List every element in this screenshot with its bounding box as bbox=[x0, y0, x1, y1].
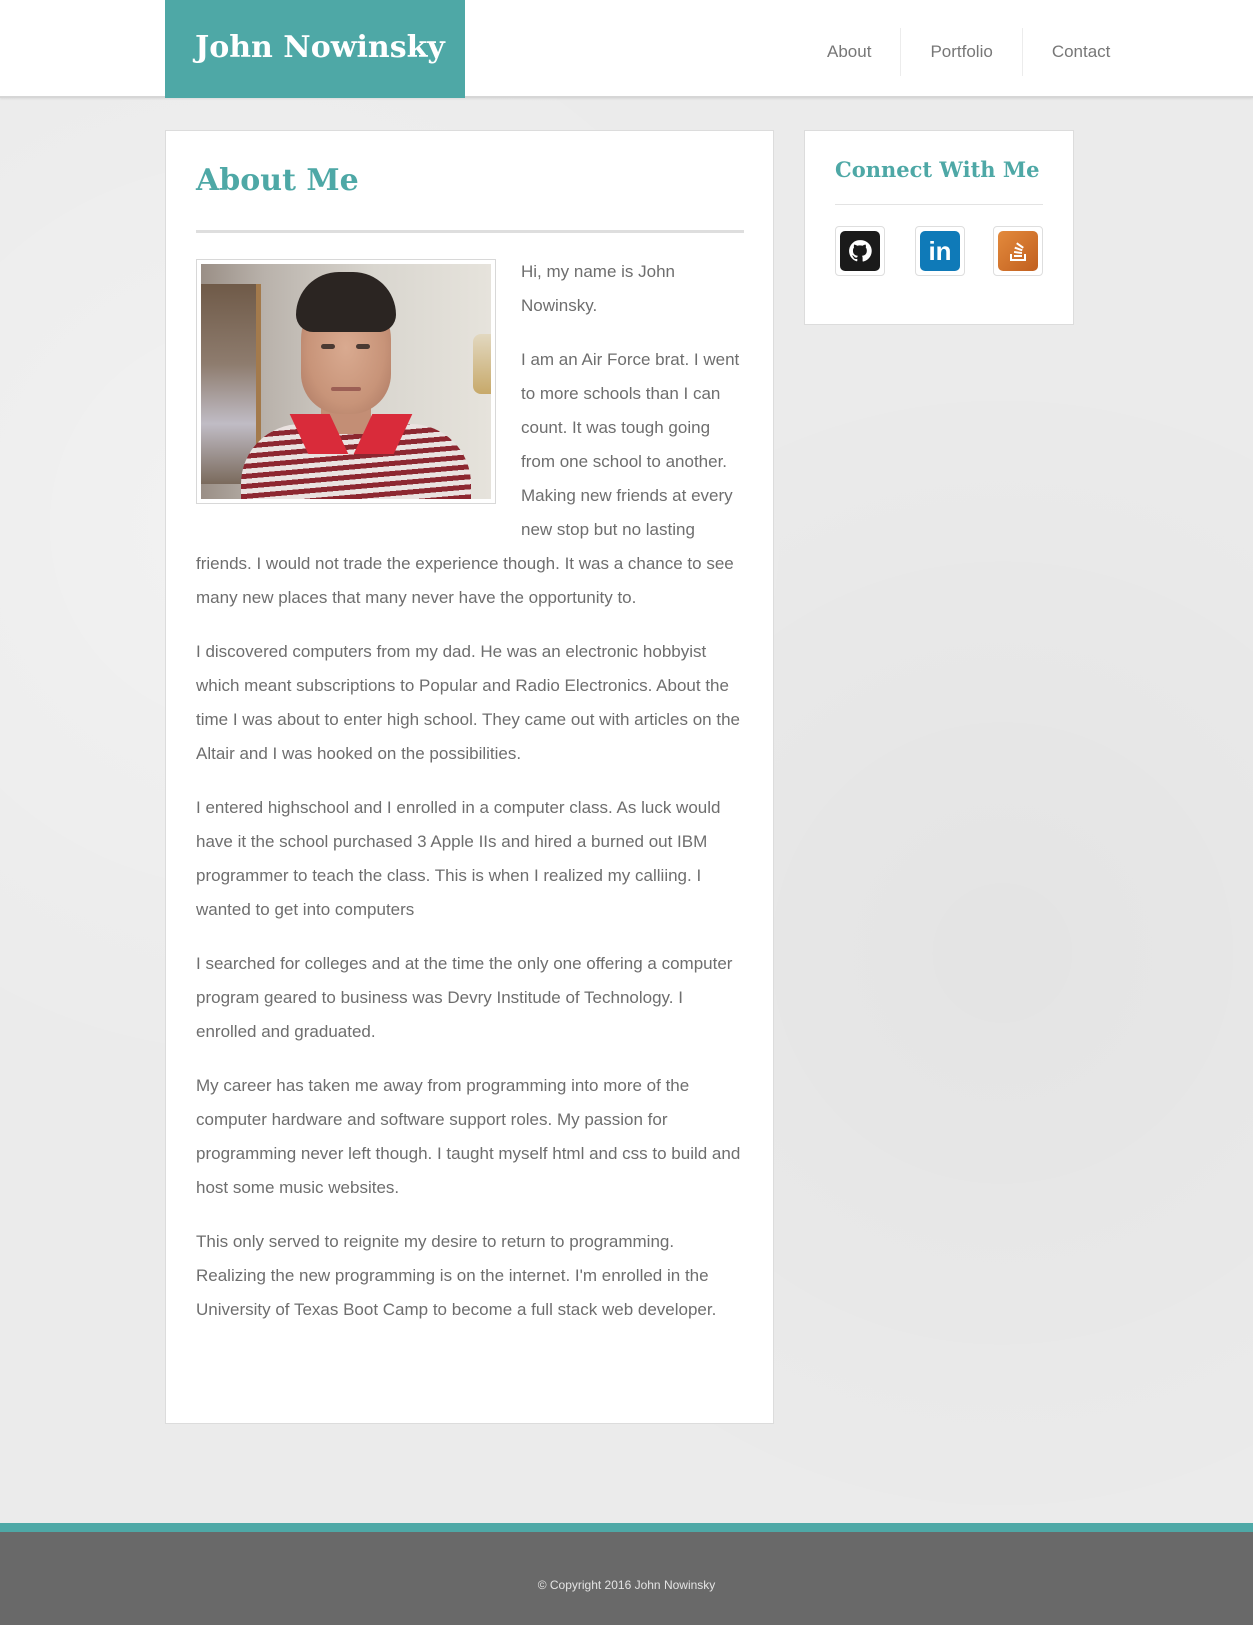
page-title: About Me bbox=[196, 163, 359, 198]
github-icon bbox=[840, 231, 880, 271]
site-brand[interactable]: John Nowinsky bbox=[165, 0, 465, 98]
main-nav: About Portfolio Contact bbox=[798, 28, 1139, 76]
connect-sidebar: Connect With Me in bbox=[804, 130, 1074, 325]
site-header: John Nowinsky About Portfolio Contact bbox=[0, 0, 1253, 98]
connect-divider bbox=[835, 204, 1043, 205]
profile-photo-frame bbox=[196, 259, 496, 504]
about-content: Hi, my name is John Nowinsky. I am an Ai… bbox=[196, 255, 746, 1347]
about-paragraph: I discovered computers from my dad. He w… bbox=[196, 642, 740, 763]
about-card: About Me Hi, my name is John Nowinsky. I… bbox=[165, 130, 774, 1424]
nav-about[interactable]: About bbox=[798, 28, 900, 76]
nav-contact[interactable]: Contact bbox=[1021, 28, 1140, 76]
github-link[interactable] bbox=[835, 226, 885, 276]
linkedin-link[interactable]: in bbox=[915, 226, 965, 276]
stackoverflow-icon bbox=[998, 231, 1038, 271]
about-paragraph: This only served to reignite my desire t… bbox=[196, 1232, 717, 1319]
footer-accent-bar bbox=[0, 1523, 1253, 1532]
title-divider bbox=[196, 230, 744, 233]
about-paragraph: I entered highschool and I enrolled in a… bbox=[196, 798, 721, 919]
nav-portfolio[interactable]: Portfolio bbox=[900, 28, 1021, 76]
connect-title: Connect With Me bbox=[835, 157, 1040, 182]
profile-photo bbox=[201, 264, 491, 499]
site-footer: © Copyright 2016 John Nowinsky bbox=[0, 1532, 1253, 1625]
copyright-text: © Copyright 2016 John Nowinsky bbox=[537, 1578, 716, 1592]
linkedin-icon: in bbox=[920, 231, 960, 271]
about-paragraph: I searched for colleges and at the time … bbox=[196, 954, 733, 1041]
about-paragraph: My career has taken me away from program… bbox=[196, 1076, 741, 1197]
stackoverflow-link[interactable] bbox=[993, 226, 1043, 276]
